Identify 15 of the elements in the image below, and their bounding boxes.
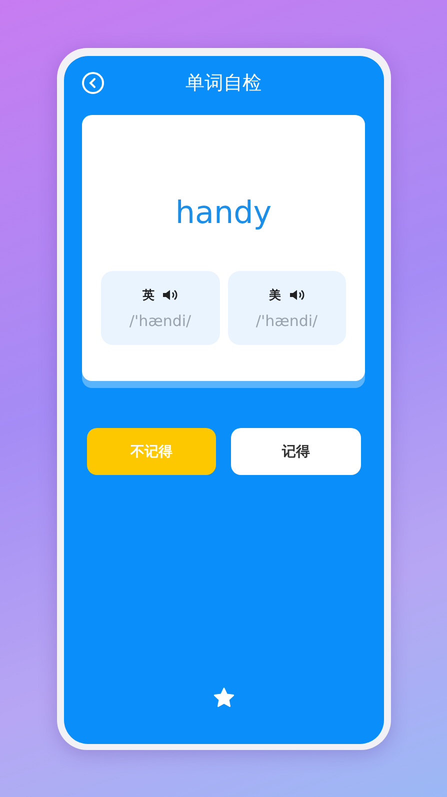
pronunciation-panel[interactable]: 美 /'hændi/: [228, 271, 346, 345]
speaker-icon[interactable]: [288, 289, 305, 301]
screen-title: 单词自检: [186, 71, 262, 96]
word-text: handy: [175, 195, 272, 231]
phonetic-text: /'hændi/: [129, 312, 192, 330]
back-button[interactable]: [80, 71, 104, 95]
favorite-button[interactable]: [212, 687, 234, 708]
accent-label: 美: [268, 286, 281, 304]
back-icon: [80, 71, 104, 95]
speaker-icon[interactable]: [162, 289, 178, 301]
accent-label: 英: [142, 286, 154, 304]
phonetic-text: /'hændi/: [256, 312, 318, 330]
star-icon: [212, 687, 234, 708]
remembered-button[interactable]: 记得: [231, 428, 360, 475]
pronunciation-panel[interactable]: 英 /'hændi/: [101, 271, 220, 345]
